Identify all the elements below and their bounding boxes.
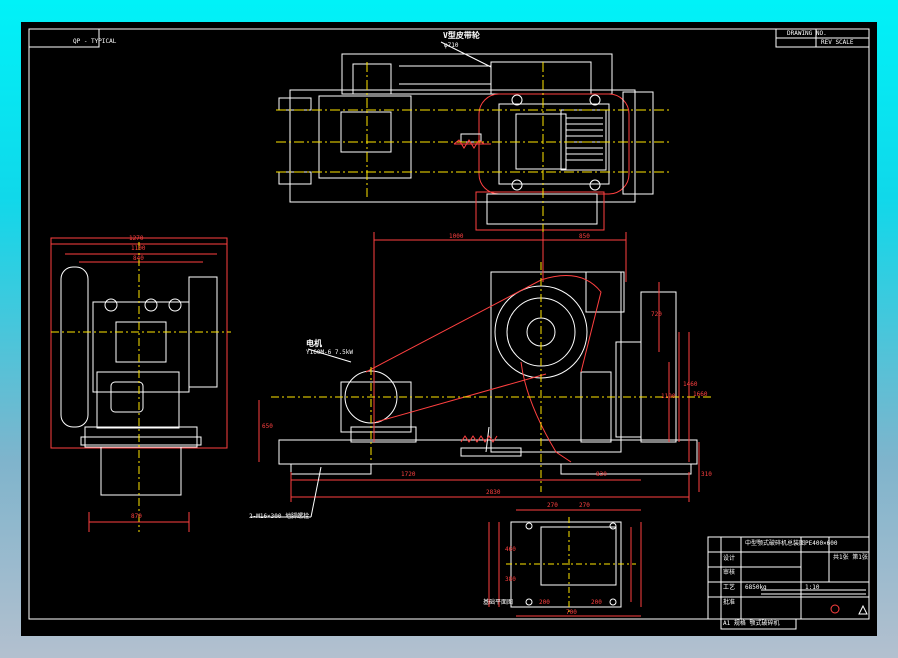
- dim-side-bottom: 870: [131, 513, 142, 520]
- title-weight: 6850kg: [745, 584, 767, 591]
- dim-base-1: 1720: [401, 471, 416, 478]
- dim-right-5: 310: [701, 471, 712, 478]
- top-view: [278, 53, 654, 225]
- motor-sub-label: Y160M-6 7.5kW: [306, 349, 353, 356]
- title-part: PE400×600: [805, 540, 838, 547]
- dim-plan-left-1: 460: [505, 546, 516, 553]
- warning-triangle-icon: [858, 604, 868, 615]
- dim-motor-h: 650: [262, 423, 273, 430]
- title-footer: A1 规格 颚式破碎机: [723, 620, 780, 627]
- revision-mark: [830, 604, 840, 614]
- dim-top-right: 850: [579, 233, 590, 240]
- dim-side-inner: 1100: [131, 245, 146, 252]
- header-right-label-1: DRAWING NO.: [787, 30, 827, 37]
- cad-viewport[interactable]: QP - TYPICAL DRAWING NO. REV SCALE V型皮带轮…: [21, 22, 877, 636]
- title-sheet: 共1张 第1张: [833, 554, 868, 561]
- header-right-label-2: REV SCALE: [821, 39, 854, 46]
- foundation-bolt-label: 2-M16×300 地脚螺栓: [249, 513, 310, 520]
- dim-side-outer: 1270: [129, 235, 144, 242]
- title-row-4: 批准: [723, 599, 736, 606]
- dim-right-2: 1660: [693, 391, 708, 398]
- dim-plan-bot-total: 700: [566, 609, 577, 616]
- title-row-3: 工艺: [723, 584, 736, 591]
- title-company: 中型颚式破碎机总装图: [745, 540, 806, 547]
- dim-plan-bot-1: 200: [539, 599, 550, 606]
- dim-plan-bot-2: 200: [591, 599, 602, 606]
- dim-right-1: 1460: [683, 381, 698, 388]
- dim-plan-left-2: 380: [505, 576, 516, 583]
- title-block-frame: [707, 536, 870, 630]
- dim-right-3: 1190: [661, 393, 676, 400]
- vbelt-sub-label: φ710: [444, 42, 459, 49]
- motor-label: 电机: [306, 339, 322, 348]
- title-scale: 1:10: [805, 584, 820, 591]
- dim-base-2: 830: [596, 471, 607, 478]
- dim-top-left: 1000: [449, 233, 464, 240]
- plan-label: 基础平面图: [483, 599, 514, 606]
- drawing-frame: [28, 28, 870, 620]
- vbelt-label: V型皮带轮: [443, 31, 480, 40]
- dim-side-mid: 840: [133, 255, 144, 262]
- header-left-label: QP - TYPICAL: [73, 38, 117, 45]
- dim-right-4: 720: [651, 311, 662, 318]
- front-view: [278, 271, 698, 475]
- dim-base-total: 2830: [486, 489, 501, 496]
- dim-plan-top-2: 270: [579, 502, 590, 509]
- title-row-1: 设计: [723, 555, 736, 562]
- title-row-2: 审核: [723, 569, 736, 576]
- dim-plan-top-1: 270: [547, 502, 558, 509]
